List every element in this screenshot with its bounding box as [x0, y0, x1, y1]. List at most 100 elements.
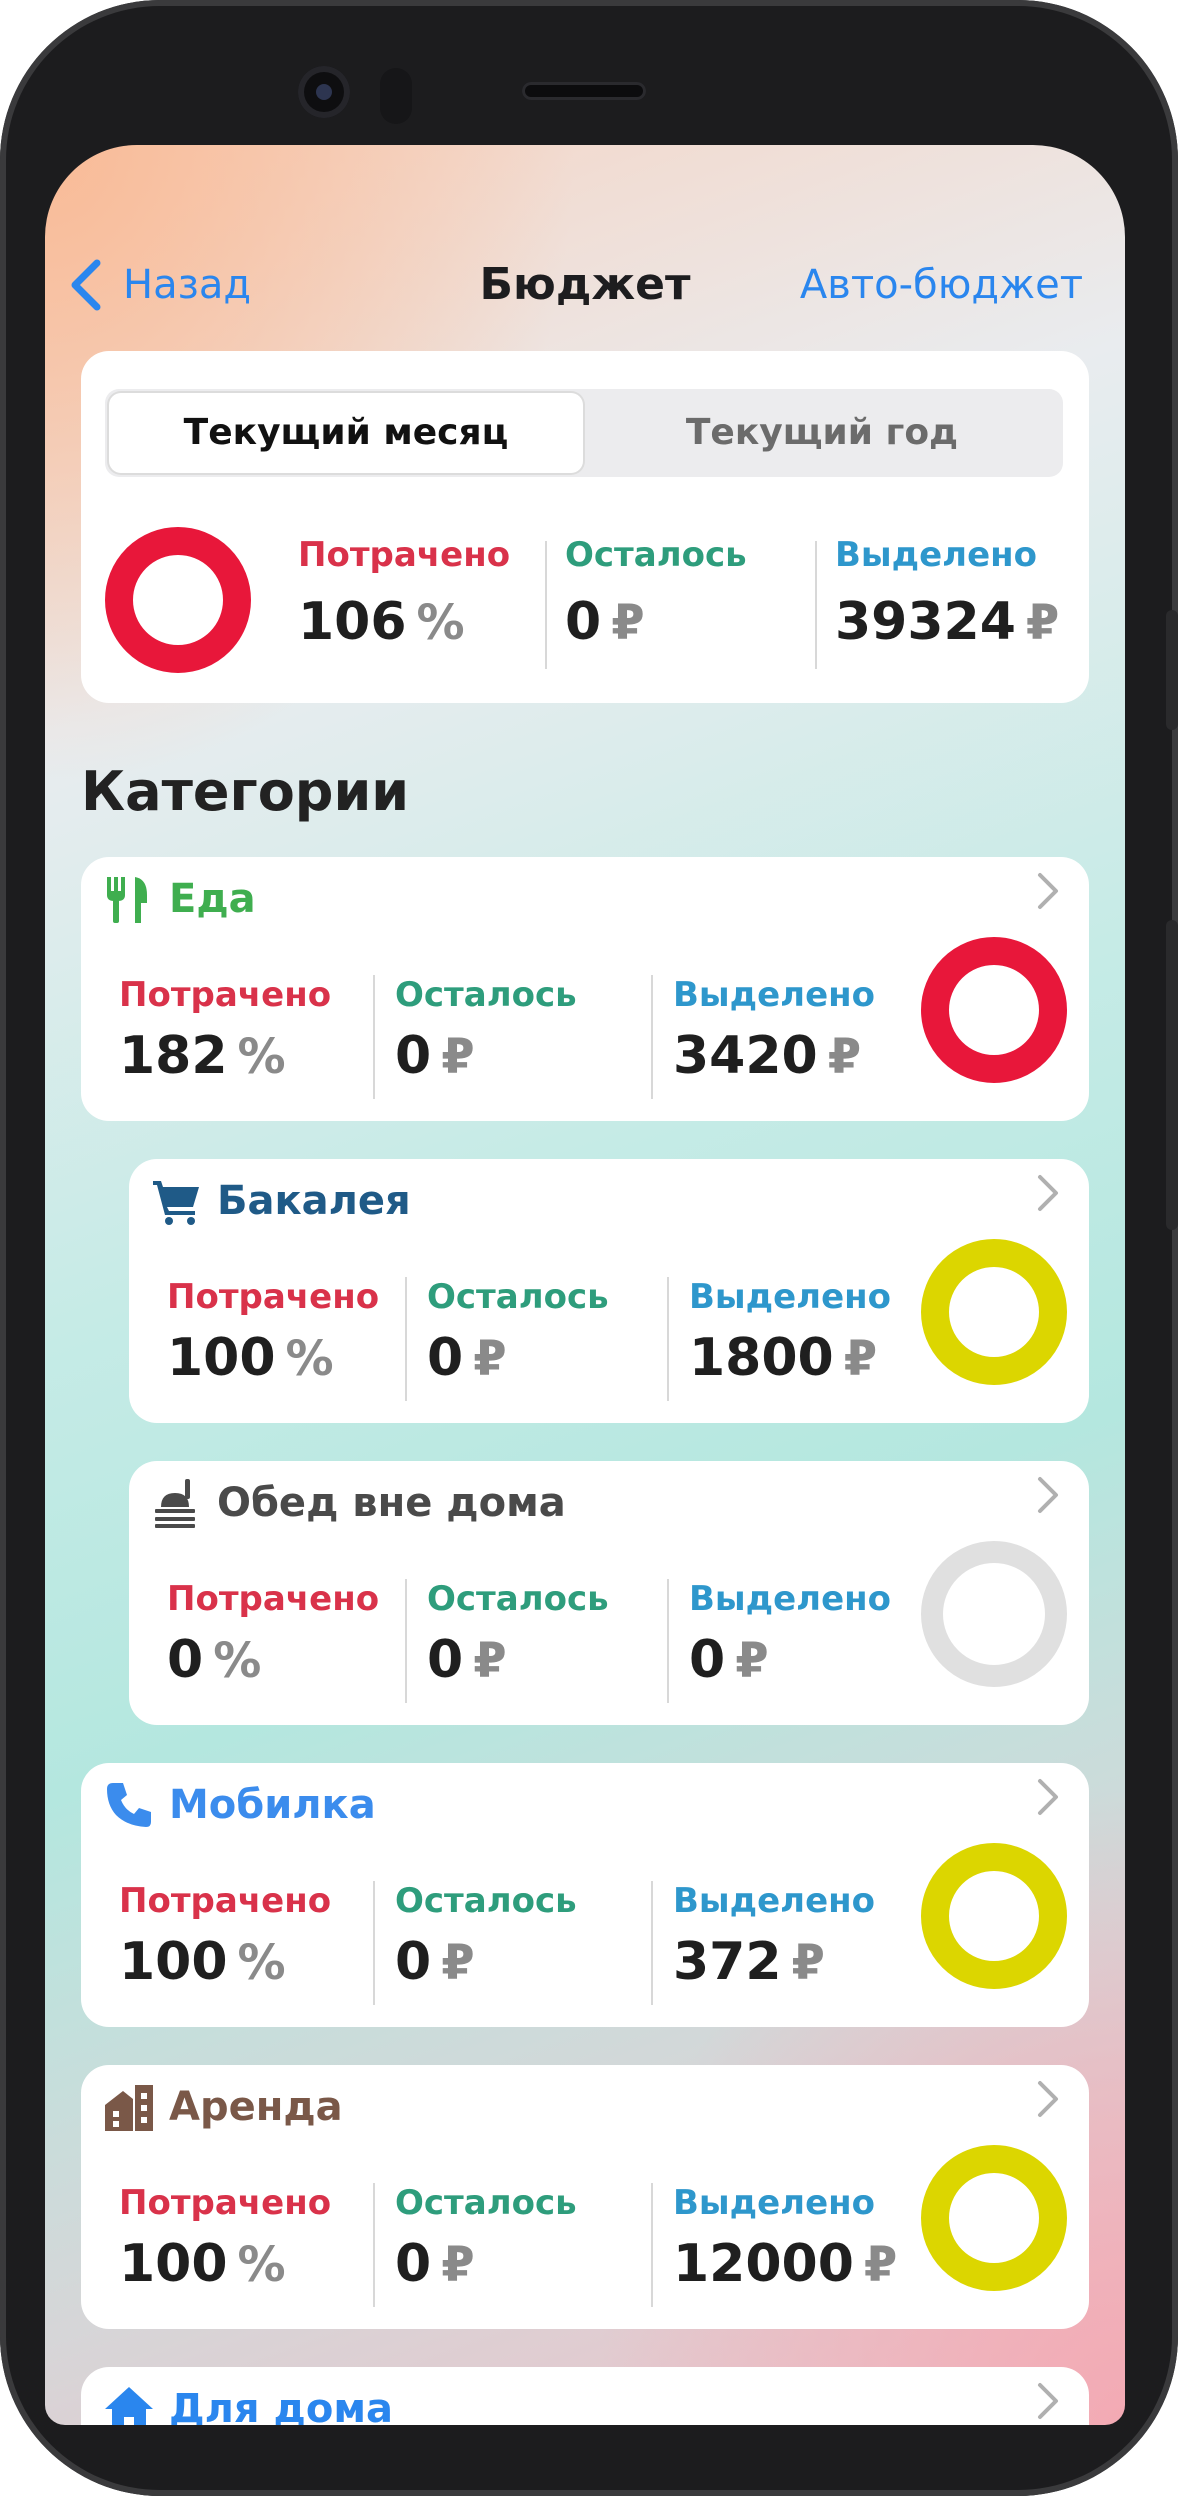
allocated-label: Выделено: [673, 975, 875, 1015]
category-name: Мобилка: [169, 1782, 376, 1828]
spent-value: 182: [119, 1026, 228, 1086]
chevron-right-icon: [1038, 2383, 1058, 2419]
spent-unit: %: [213, 1633, 262, 1689]
phone-icon: [107, 1783, 151, 1827]
category-card-home[interactable]: Для дома: [81, 2367, 1089, 2425]
category-card-groceries[interactable]: Бакалея Потрачено 100% Осталось 0 ₽ Выдел…: [129, 1159, 1089, 1423]
divider: [545, 541, 547, 669]
spent-value: 100: [167, 1328, 276, 1388]
left-value: 0: [395, 1932, 432, 1992]
left-value: 0: [395, 1026, 432, 1086]
left-value: 0: [427, 1630, 464, 1690]
left-unit: ₽: [441, 1029, 475, 1085]
spent-unit: %: [416, 595, 465, 651]
front-camera: [298, 66, 350, 118]
allocated-label: Выделено: [673, 2183, 875, 2223]
left-value: 0: [565, 592, 602, 652]
left-value: 0: [427, 1328, 464, 1388]
left-label: Осталось: [395, 975, 577, 1015]
left-value: 0: [395, 2234, 432, 2294]
chevron-right-icon: [1038, 873, 1058, 909]
allocated-label: Выделено: [689, 1277, 891, 1317]
utensils-icon: [107, 877, 147, 923]
category-name: Для дома: [169, 2386, 394, 2425]
category-card-dining-out[interactable]: Обед вне дома Потрачено 0% Осталось 0 ₽ В…: [129, 1461, 1089, 1725]
spent-stat: Потрачено 106%: [298, 533, 510, 655]
category-name: Аренда: [169, 2084, 343, 2130]
divider: [373, 1881, 375, 2005]
allocated-label: Выделено: [689, 1579, 891, 1619]
left-unit: ₽: [441, 2237, 475, 2293]
category-name: Бакалея: [217, 1178, 411, 1224]
spent-label: Потрачено: [119, 2183, 332, 2223]
category-ring: [921, 1541, 1067, 1687]
category-ring: [921, 2145, 1067, 2291]
category-ring: [921, 1843, 1067, 1989]
left-unit: ₽: [473, 1633, 507, 1689]
chevron-right-icon: [1038, 1477, 1058, 1513]
volume-button: [1166, 610, 1178, 730]
allocated-label: Выделено: [673, 1881, 875, 1921]
tab-current-month[interactable]: Текущий месяц: [109, 393, 583, 473]
left-label: Осталось: [395, 2183, 577, 2223]
spent-label: Потрачено: [167, 1277, 380, 1317]
spent-label: Потрачено: [119, 1881, 332, 1921]
phone-frame: Назад Бюджет Авто-бюджет Текущий месяц Т…: [0, 0, 1178, 2496]
divider: [651, 975, 653, 1099]
dining-icon: [155, 1479, 195, 1528]
category-card-rent[interactable]: Аренда Потрачено 100% Осталось 0 ₽ Выделе…: [81, 2065, 1089, 2329]
section-title: Категории: [81, 760, 410, 823]
spent-label: Потрачено: [298, 535, 511, 575]
left-label: Осталось: [427, 1579, 609, 1619]
left-stat: Осталось 0 ₽: [565, 533, 747, 655]
chevron-right-icon: [1038, 2081, 1058, 2117]
category-card-mobile[interactable]: Мобилка Потрачено 100% Осталось 0 ₽ Выдел…: [81, 1763, 1089, 2027]
allocated-unit: ₽: [735, 1633, 769, 1689]
app-screen: Назад Бюджет Авто-бюджет Текущий месяц Т…: [45, 145, 1125, 2425]
earpiece-speaker: [522, 82, 646, 100]
category-card-food[interactable]: Еда Потрачено 182% Осталось 0 ₽ Выделено …: [81, 857, 1089, 1121]
allocated-value: 3420: [673, 1026, 818, 1086]
left-unit: ₽: [473, 1331, 507, 1387]
nav-header: Назад Бюджет Авто-бюджет: [45, 245, 1125, 325]
period-segmented-control: Текущий месяц Текущий год: [105, 389, 1063, 477]
spent-unit: %: [237, 1029, 286, 1085]
power-button: [1166, 920, 1178, 1230]
spent-unit: %: [285, 1331, 334, 1387]
divider: [405, 1277, 407, 1401]
summary-card: Текущий месяц Текущий год Потрачено 106%…: [81, 351, 1089, 703]
left-unit: ₽: [441, 1935, 475, 1991]
cart-icon: [153, 1181, 199, 1225]
divider: [405, 1579, 407, 1703]
spent-value: 0: [167, 1630, 204, 1690]
category-ring: [921, 937, 1067, 1083]
tab-current-year[interactable]: Текущий год: [585, 393, 1059, 473]
spent-unit: %: [237, 1935, 286, 1991]
allocated-unit: ₽: [1025, 595, 1060, 651]
divider: [815, 541, 817, 669]
spent-label: Потрачено: [119, 975, 332, 1015]
divider: [667, 1579, 669, 1703]
proximity-sensor: [380, 68, 412, 124]
allocated-value: 39324: [835, 592, 1016, 652]
building-icon: [105, 2085, 153, 2131]
divider: [667, 1277, 669, 1401]
divider: [651, 1881, 653, 2005]
allocated-value: 372: [673, 1932, 782, 1992]
allocated-value: 1800: [689, 1328, 834, 1388]
left-label: Осталось: [427, 1277, 609, 1317]
spent-value: 100: [119, 2234, 228, 2294]
spent-label: Потрачено: [167, 1579, 380, 1619]
spent-value: 106: [298, 592, 407, 652]
allocated-stat: Выделено 39324 ₽: [835, 533, 1059, 655]
left-unit: ₽: [611, 595, 645, 651]
allocated-unit: ₽: [863, 2237, 898, 2293]
category-name: Еда: [169, 876, 256, 922]
chevron-right-icon: [1038, 1779, 1058, 1815]
left-label: Осталось: [565, 535, 747, 575]
left-label: Осталось: [395, 1881, 577, 1921]
spent-unit: %: [237, 2237, 286, 2293]
allocated-label: Выделено: [835, 535, 1037, 575]
budget-ring: [105, 527, 251, 673]
auto-budget-button[interactable]: Авто-бюджет: [800, 257, 1083, 313]
